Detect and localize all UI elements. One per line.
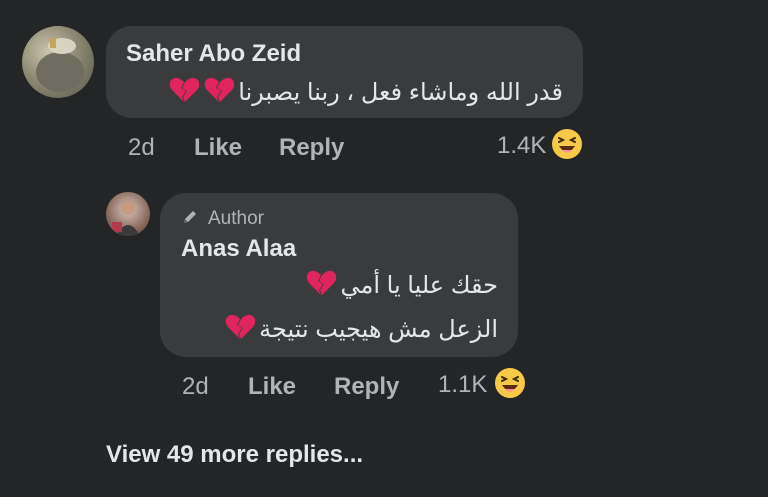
avatar-photo-icon bbox=[112, 201, 140, 236]
reply-like-button[interactable]: Like bbox=[248, 373, 296, 401]
commenter-name[interactable]: Saher Abo Zeid bbox=[126, 40, 301, 68]
reply-reply-button[interactable]: Reply bbox=[334, 373, 399, 401]
reply-text-line-2: الزعل مش هيجيب نتيجة bbox=[225, 313, 498, 346]
comment-like-button[interactable]: Like bbox=[194, 134, 242, 162]
reply-author-name[interactable]: Anas Alaa bbox=[181, 235, 296, 263]
reply-author-avatar[interactable] bbox=[106, 192, 150, 236]
reply-text-2: الزعل مش هيجيب نتيجة bbox=[259, 316, 498, 343]
author-badge: Author bbox=[208, 208, 264, 229]
laughing-emoji-icon[interactable] bbox=[494, 367, 526, 404]
comment-bubble: Saher Abo Zeid قدر الله وماشاء فعل ، ربن… bbox=[106, 26, 583, 118]
broken-heart-icon bbox=[306, 269, 337, 302]
laughing-emoji-icon[interactable] bbox=[551, 128, 583, 165]
broken-heart-icon bbox=[204, 76, 235, 109]
reply-reaction-count[interactable]: 1.1K bbox=[438, 371, 487, 399]
reply-timestamp[interactable]: 2d bbox=[182, 373, 209, 401]
commenter-avatar[interactable] bbox=[22, 26, 94, 98]
reply-text-1: حقك عليا يا أمي bbox=[340, 272, 498, 299]
broken-heart-icon bbox=[225, 313, 255, 346]
pencil-icon bbox=[181, 208, 199, 231]
reply-bubble: Author Anas Alaa حقك عليا يا أمي الزعل م… bbox=[160, 193, 518, 357]
comment-reply-button[interactable]: Reply bbox=[279, 134, 344, 162]
view-more-replies-link[interactable]: View 49 more replies... bbox=[106, 441, 363, 469]
broken-heart-icon bbox=[169, 76, 200, 109]
comment-text: قدر الله وماشاء فعل ، ربنا يصبرنا bbox=[238, 79, 563, 106]
comment-text-line: قدر الله وماشاء فعل ، ربنا يصبرنا bbox=[169, 76, 563, 109]
reply-text-line-1: حقك عليا يا أمي bbox=[306, 269, 498, 302]
comment-reaction-count[interactable]: 1.4K bbox=[497, 132, 546, 160]
comment-timestamp[interactable]: 2d bbox=[128, 134, 155, 162]
avatar-photo-icon bbox=[36, 38, 84, 92]
